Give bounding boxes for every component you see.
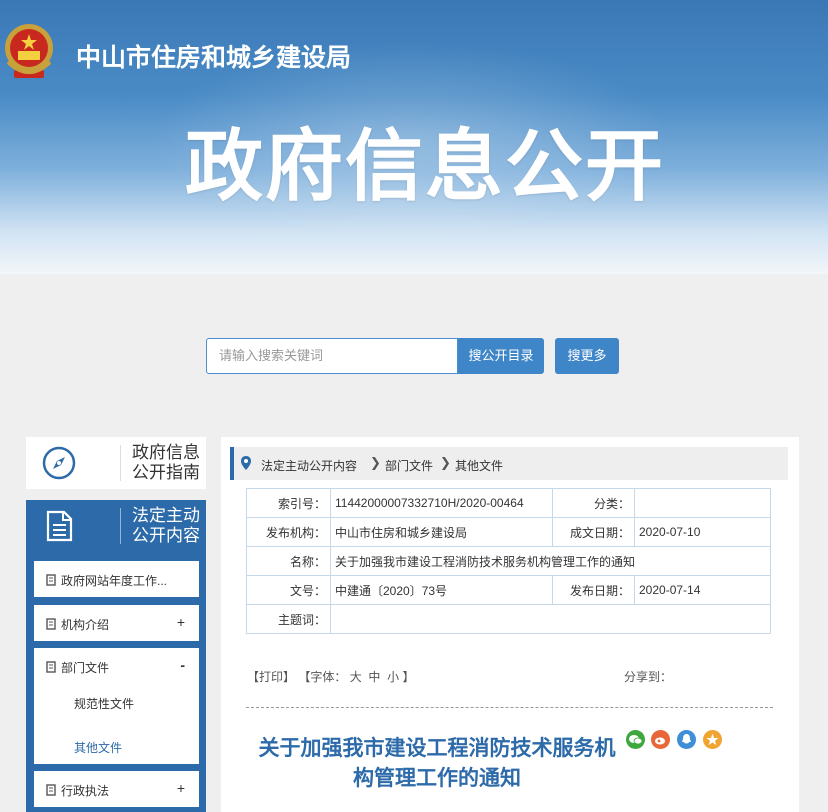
doc-number-label: 文号：	[246, 575, 331, 605]
sidebar-active-label: 法定主动公开内容	[132, 506, 200, 545]
divider	[246, 707, 773, 708]
sidebar-subitem-normative[interactable]: 规范性文件	[74, 695, 134, 712]
divider	[120, 445, 121, 481]
org-name[interactable]: 中山市住房和城乡建设局	[76, 38, 351, 74]
expand-icon[interactable]: +	[177, 614, 185, 630]
font-size-label: 【字体：	[298, 670, 347, 684]
header-banner: 中山市住房和城乡建设局 政府信息公开	[0, 0, 828, 274]
font-small-button[interactable]: 小	[387, 670, 399, 684]
compass-icon	[42, 446, 76, 480]
publisher-label: 发布机构：	[246, 517, 331, 547]
file-icon	[46, 784, 56, 796]
doc-name-label: 名称：	[246, 546, 331, 576]
sidebar-item-label: 行政执法	[61, 784, 110, 798]
sidebar-guide-card[interactable]: 政府信息公开指南	[26, 437, 206, 489]
publisher-value: 中山市住房和城乡建设局	[330, 517, 553, 547]
collapse-icon[interactable]: -	[180, 657, 185, 673]
breadcrumb-item[interactable]: 部门文件	[385, 457, 433, 474]
category-label: 分类：	[552, 488, 635, 518]
publish-date-value: 2020-07-14	[634, 575, 771, 605]
subject-value	[330, 604, 771, 634]
doc-toolbar: 【打印】 【字体： 大 中 小 】	[247, 668, 414, 685]
breadcrumb-item[interactable]: 法定主动公开内容	[261, 457, 357, 474]
print-button[interactable]: 【打印】	[247, 670, 295, 684]
document-title: 关于加强我市建设工程消防技术服务机构管理工作的通知	[258, 737, 616, 790]
breadcrumb-item[interactable]: 其他文件	[455, 457, 503, 474]
share-label: 分享到：	[624, 670, 673, 684]
sidebar-guide-label: 政府信息公开指南	[132, 443, 200, 482]
category-value	[634, 488, 771, 518]
divider	[120, 508, 121, 544]
sidebar-item-label: 部门文件	[61, 661, 110, 675]
expand-icon[interactable]: +	[177, 780, 185, 796]
location-pin-icon	[241, 456, 251, 470]
sidebar-active-card[interactable]: 法定主动公开内容	[26, 500, 206, 552]
qzone-icon[interactable]	[703, 730, 722, 749]
file-icon	[46, 574, 56, 586]
search-more-button[interactable]: 搜更多	[555, 338, 619, 374]
created-date-value: 2020-07-10	[634, 517, 771, 547]
banner-title: 政府信息公开	[185, 122, 666, 210]
file-icon	[46, 618, 56, 630]
chevron-right-icon: ❯	[440, 455, 451, 470]
font-large-button[interactable]: 大	[350, 670, 362, 684]
doc-name-value: 关于加强我市建设工程消防技术服务机构管理工作的通知	[330, 546, 771, 576]
sidebar-item-annual-report[interactable]: 政府网站年度工作...	[34, 561, 199, 597]
sidebar-item-label: 政府网站年度工作...	[61, 574, 168, 588]
doc-number-value: 中建通〔2020〕73号	[330, 575, 553, 605]
search-catalog-button[interactable]: 搜公开目录	[458, 338, 544, 374]
document-icon	[46, 510, 73, 542]
chevron-right-icon: ❯	[370, 455, 381, 470]
font-medium-button[interactable]: 中	[368, 670, 380, 684]
index-label: 索引号：	[246, 488, 331, 518]
qq-icon[interactable]	[677, 730, 696, 749]
breadcrumb: 法定主动公开内容 ❯ 部门文件 ❯ 其他文件	[230, 447, 788, 480]
created-date-label: 成文日期：	[552, 517, 635, 547]
sidebar-item-org-intro[interactable]: 机构介绍 +	[34, 605, 199, 641]
sidebar-item-label: 机构介绍	[61, 618, 110, 632]
wechat-icon[interactable]	[626, 730, 645, 749]
national-emblem-icon	[5, 24, 53, 78]
sidebar-item-law-enforcement[interactable]: 行政执法 +	[34, 771, 199, 807]
publish-date-label: 发布日期：	[552, 575, 635, 605]
metadata-table: 索引号： 11442000007332710H/2020-00464 分类： 发…	[246, 488, 771, 634]
weibo-icon[interactable]	[651, 730, 670, 749]
font-size-end: 】	[402, 670, 415, 684]
sidebar-subitem-other[interactable]: 其他文件	[74, 739, 122, 756]
search-input[interactable]: 请输入搜索关键词	[206, 338, 458, 374]
subject-label: 主题词：	[246, 604, 331, 634]
file-icon	[46, 661, 56, 673]
index-value: 11442000007332710H/2020-00464	[330, 488, 553, 518]
